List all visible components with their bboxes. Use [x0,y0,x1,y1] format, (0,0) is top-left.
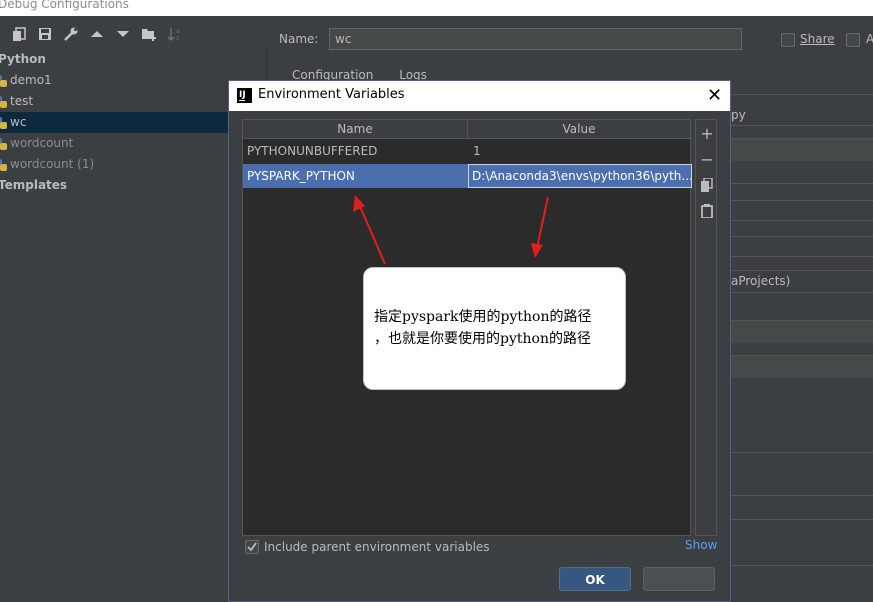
callout-line-1: 指定pyspark使用的python的路径 [374,309,592,325]
divider [730,220,873,221]
field-bg [730,320,873,343]
tree-item-test[interactable]: test [0,91,266,112]
divider [730,256,873,257]
checkmark-icon [247,542,257,552]
python-icon [0,75,7,87]
table-row-selected[interactable]: PYSPARK_PYTHON D:\Anaconda3\envs\python3… [243,164,692,188]
python-icon [0,117,7,129]
cancel-button[interactable] [643,567,715,591]
add-icon[interactable]: + [696,124,718,143]
share-label: Share [800,32,835,46]
include-parent-checkbox[interactable] [245,540,259,554]
table-row[interactable]: PYTHONUNBUFFERED 1 [243,139,690,163]
folder-add-icon[interactable] [141,26,157,42]
divider [730,125,873,126]
divider [730,292,873,293]
divider [730,200,873,201]
tree-templates-group[interactable]: Templates [0,175,266,196]
intellij-icon: IJ [237,88,252,103]
allow-parallel-label: A [866,32,873,46]
sort-icon[interactable]: az [167,26,183,42]
config-toolbar: az [0,16,266,48]
paste-icon[interactable] [701,204,713,218]
name-label: Name: [279,32,319,46]
column-header-value[interactable]: Value [468,122,690,136]
tree-templates-label: Templates [0,178,68,192]
divider [730,565,873,566]
tree-item-label: demo1 [10,73,52,87]
svg-text:a: a [176,28,180,35]
divider [730,236,873,237]
divider [730,519,873,520]
tree-item-demo1[interactable]: demo1 [0,70,266,91]
tree-python-label: Python [0,52,46,66]
env-name-cell[interactable]: PYSPARK_PYTHON [247,164,355,188]
table-side-toolbar: + − [695,119,717,536]
name-input[interactable]: wc [329,28,742,50]
tree-item-wordcount-1[interactable]: wordcount (1) [0,154,266,175]
divider [730,270,873,271]
copy-icon[interactable] [12,26,28,42]
show-link[interactable]: Show [685,538,717,552]
share-checkbox[interactable] [781,33,795,47]
divider [730,183,873,184]
divider [730,94,873,95]
allow-parallel-checkbox[interactable] [846,33,860,47]
python-icon [0,159,7,171]
include-parent-label[interactable]: Include parent environment variables [264,540,490,554]
column-header-name[interactable]: Name [243,122,467,136]
script-path-fragment: py [731,108,746,122]
arrow-down-icon[interactable] [115,26,131,42]
divider [730,452,873,453]
annotation-callout: 指定pyspark使用的python的路径 ，也就是你要使用的python的路径 [363,267,626,390]
env-value-editor[interactable]: D:\Anaconda3\envs\python36\pyth... [468,164,692,188]
python-icon [0,96,7,108]
python-icon [0,138,7,150]
copy-icon[interactable] [701,178,713,192]
env-value-cell[interactable]: 1 [473,139,481,163]
env-name-cell[interactable]: PYTHONUNBUFFERED [247,139,377,163]
tree-item-label: test [10,94,34,108]
field-bg [730,355,873,378]
save-icon[interactable] [37,26,53,42]
remove-icon[interactable]: − [696,150,718,169]
svg-text:z: z [176,35,179,42]
tree-item-label: wc [10,115,27,129]
wrench-icon[interactable] [63,26,79,42]
tree-item-label: wordcount [10,136,74,150]
tree-item-wc[interactable]: wc [0,112,266,133]
ok-button[interactable]: OK [559,567,631,591]
arrow-up-icon[interactable] [89,26,105,42]
divider [730,495,873,496]
close-icon[interactable]: ✕ [707,85,722,106]
tree-python-group[interactable]: Python [0,49,266,70]
tree-item-wordcount[interactable]: wordcount [0,133,266,154]
dialog-title-bar: IJ Environment Variables ✕ [229,81,730,111]
configuration-tree: Python demo1 test wc wordcount wordcount… [0,48,267,602]
callout-line-2: ，也就是你要使用的python的路径 [374,331,591,347]
working-dir-fragment: aProjects) [731,274,791,288]
table-header: Name Value [243,120,690,139]
field-bg [730,138,873,161]
dialog-title: Environment Variables [258,87,405,102]
window-title-bar: Debug Configurations [0,0,873,16]
tree-item-label: wordcount (1) [10,157,95,171]
window-title: Debug Configurations [0,0,129,11]
